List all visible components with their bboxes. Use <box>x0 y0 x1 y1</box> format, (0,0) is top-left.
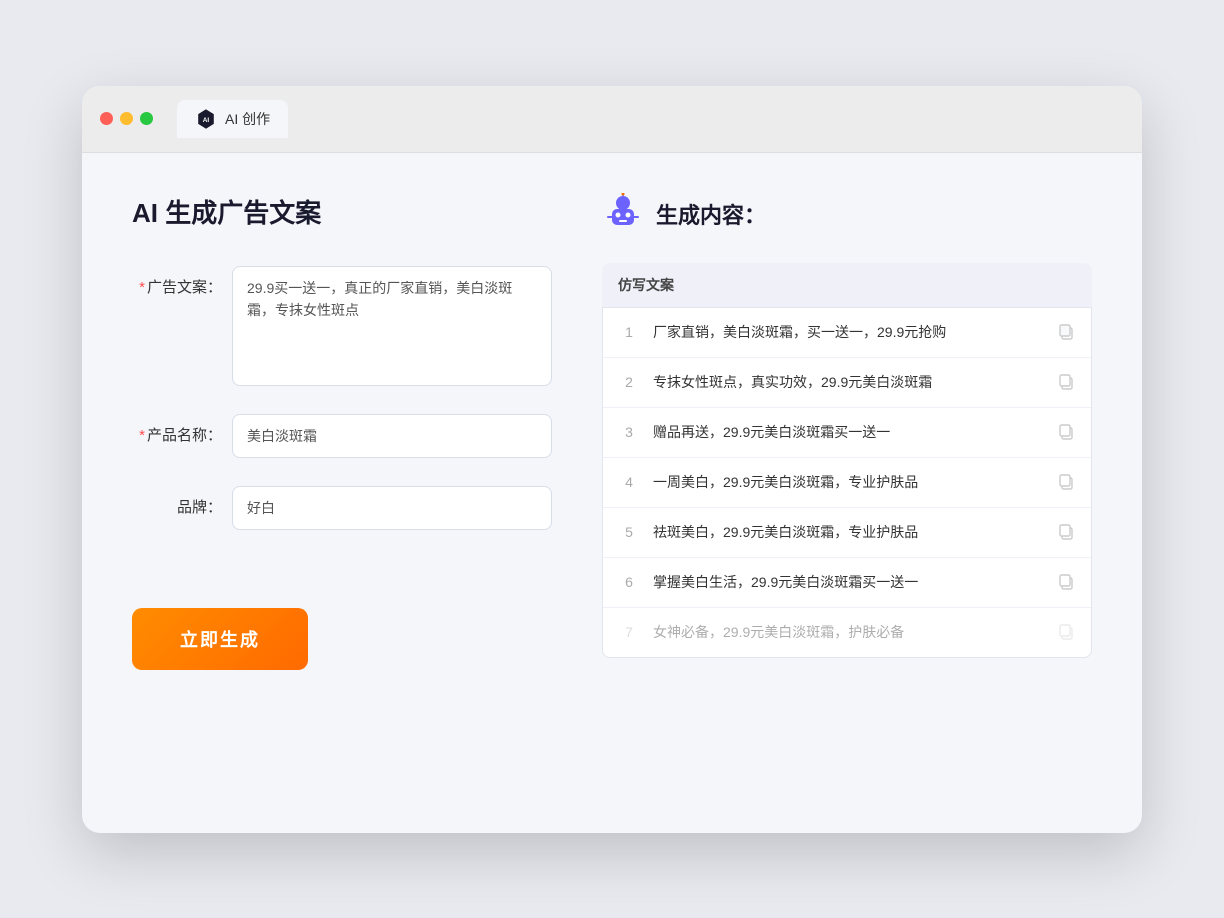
result-list: 1 厂家直销，美白淡斑霜，买一送一，29.9元抢购 2 专抹女性斑点，真实功效，… <box>602 308 1092 658</box>
copy-icon-5[interactable] <box>1057 523 1075 541</box>
result-num-7: 7 <box>619 624 639 640</box>
close-button[interactable] <box>100 112 113 125</box>
left-panel: AI 生成广告文案 *广告文案： 29.9买一送一，真正的厂家直销，美白淡斑霜，… <box>132 193 552 783</box>
result-text-1: 厂家直销，美白淡斑霜，买一送一，29.9元抢购 <box>653 322 1043 343</box>
result-num-2: 2 <box>619 374 639 390</box>
brand-label: 品牌： <box>132 486 222 517</box>
minimize-button[interactable] <box>120 112 133 125</box>
copy-icon-6[interactable] <box>1057 573 1075 591</box>
result-num-4: 4 <box>619 474 639 490</box>
result-item-1: 1 厂家直销，美白淡斑霜，买一送一，29.9元抢购 <box>603 308 1091 358</box>
titlebar: AI AI 创作 <box>82 86 1142 153</box>
result-num-6: 6 <box>619 574 639 590</box>
brand-group: 品牌： <box>132 486 552 530</box>
result-title: 生成内容： <box>656 198 766 230</box>
ai-tab[interactable]: AI AI 创作 <box>177 100 288 138</box>
result-num-5: 5 <box>619 524 639 540</box>
result-item-5: 5 祛斑美白，29.9元美白淡斑霜，专业护肤品 <box>603 508 1091 558</box>
result-text-2: 专抹女性斑点，真实功效，29.9元美白淡斑霜 <box>653 372 1043 393</box>
result-table-header: 仿写文案 <box>602 263 1092 308</box>
result-text-4: 一周美白，29.9元美白淡斑霜，专业护肤品 <box>653 472 1043 493</box>
required-star-1: * <box>139 279 145 296</box>
copy-icon-3[interactable] <box>1057 423 1075 441</box>
ad-copy-input[interactable]: 29.9买一送一，真正的厂家直销，美白淡斑霜，专抹女性斑点 <box>232 266 552 386</box>
result-item-4: 4 一周美白，29.9元美白淡斑霜，专业护肤品 <box>603 458 1091 508</box>
page-title: AI 生成广告文案 <box>132 193 552 230</box>
browser-content: AI 生成广告文案 *广告文案： 29.9买一送一，真正的厂家直销，美白淡斑霜，… <box>82 153 1142 833</box>
result-num-1: 1 <box>619 324 639 340</box>
copy-icon-2[interactable] <box>1057 373 1075 391</box>
browser-window: AI AI 创作 AI 生成广告文案 *广告文案： 29.9买一送一，真正的厂家… <box>82 86 1142 833</box>
result-text-5: 祛斑美白，29.9元美白淡斑霜，专业护肤品 <box>653 522 1043 543</box>
product-name-group: *产品名称： <box>132 414 552 458</box>
result-text-6: 掌握美白生活，29.9元美白淡斑霜买一送一 <box>653 572 1043 593</box>
result-item-6: 6 掌握美白生活，29.9元美白淡斑霜买一送一 <box>603 558 1091 608</box>
result-header: 生成内容： <box>602 193 1092 235</box>
result-item-7: 7 女神必备，29.9元美白淡斑霜，护肤必备 <box>603 608 1091 657</box>
ad-copy-label: *广告文案： <box>132 266 222 297</box>
product-name-label: *产品名称： <box>132 414 222 445</box>
product-name-input[interactable] <box>232 414 552 458</box>
copy-icon-4[interactable] <box>1057 473 1075 491</box>
copy-icon-7[interactable] <box>1057 623 1075 641</box>
brand-input[interactable] <box>232 486 552 530</box>
tab-label: AI 创作 <box>225 109 270 129</box>
ai-tab-icon: AI <box>195 108 217 130</box>
result-num-3: 3 <box>619 424 639 440</box>
copy-icon-1[interactable] <box>1057 323 1075 341</box>
maximize-button[interactable] <box>140 112 153 125</box>
required-star-2: * <box>139 427 145 444</box>
ad-copy-group: *广告文案： 29.9买一送一，真正的厂家直销，美白淡斑霜，专抹女性斑点 <box>132 266 552 386</box>
robot-icon <box>602 193 644 235</box>
result-item-2: 2 专抹女性斑点，真实功效，29.9元美白淡斑霜 <box>603 358 1091 408</box>
result-item-3: 3 赠品再送，29.9元美白淡斑霜买一送一 <box>603 408 1091 458</box>
generate-button[interactable]: 立即生成 <box>132 608 308 670</box>
right-panel: 生成内容： 仿写文案 1 厂家直销，美白淡斑霜，买一送一，29.9元抢购 2 专… <box>602 193 1092 783</box>
traffic-lights <box>100 112 153 125</box>
result-text-7: 女神必备，29.9元美白淡斑霜，护肤必备 <box>653 622 1043 643</box>
result-text-3: 赠品再送，29.9元美白淡斑霜买一送一 <box>653 422 1043 443</box>
svg-text:AI: AI <box>203 117 210 124</box>
